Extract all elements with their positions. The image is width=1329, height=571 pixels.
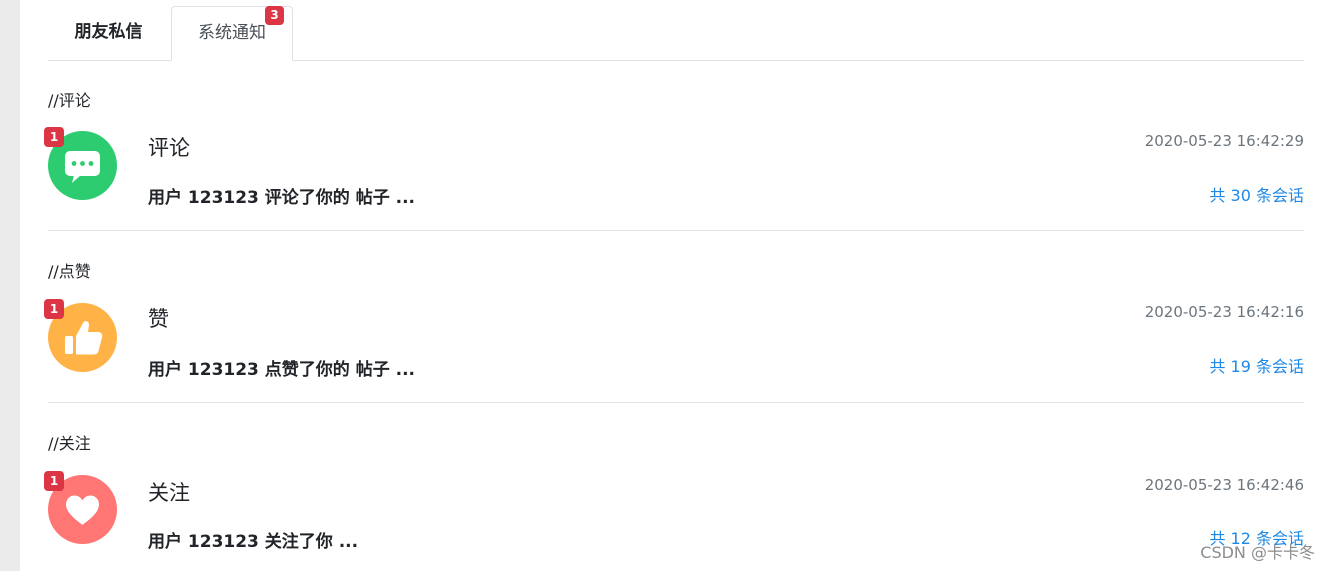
tab-friends-messages[interactable]: 朋友私信 [48,6,169,59]
section-divider [48,230,1304,231]
section-divider [48,402,1304,403]
notification-description[interactable]: 用户 123123 关注了你 ... [148,527,358,552]
section-label: //点赞 [48,262,91,281]
section-label: //关注 [48,434,91,453]
notification-description[interactable]: 用户 123123 点赞了你的 帖子 ... [148,355,415,380]
csdn-watermark: CSDN @卡卡冬 [1200,543,1315,562]
section-label: //评论 [48,91,91,110]
unread-badge: 1 [44,127,64,147]
tab-system-notifications[interactable]: 系统通知 3 [171,6,293,61]
notification-title[interactable]: 赞 [148,303,169,333]
notification-page: 朋友私信 系统通知 3 //评论 1 评论 用户 123123 评论了你的 帖子… [0,0,1329,571]
notification-timestamp: 2020-05-23 16:42:29 [1144,132,1304,150]
notification-timestamp: 2020-05-23 16:42:46 [1144,476,1304,494]
unread-badge: 1 [44,471,64,491]
tab-friends-label: 朋友私信 [74,22,143,42]
notification-timestamp: 2020-05-23 16:42:16 [1144,303,1304,321]
main-content: 朋友私信 系统通知 3 //评论 1 评论 用户 123123 评论了你的 帖子… [44,0,1304,571]
tab-system-label: 系统通知 [198,23,266,43]
left-gutter [0,0,20,571]
notification-title[interactable]: 关注 [148,477,190,507]
notification-description[interactable]: 用户 123123 评论了你的 帖子 ... [148,183,415,208]
tab-bar: 朋友私信 系统通知 3 [48,6,1304,61]
unread-badge: 1 [44,299,64,319]
conversation-count-link[interactable]: 共 30 条会话 [1209,182,1304,206]
notification-title[interactable]: 评论 [148,132,190,162]
tab-unread-badge: 3 [265,6,284,25]
conversation-count-link[interactable]: 共 19 条会话 [1209,353,1304,377]
